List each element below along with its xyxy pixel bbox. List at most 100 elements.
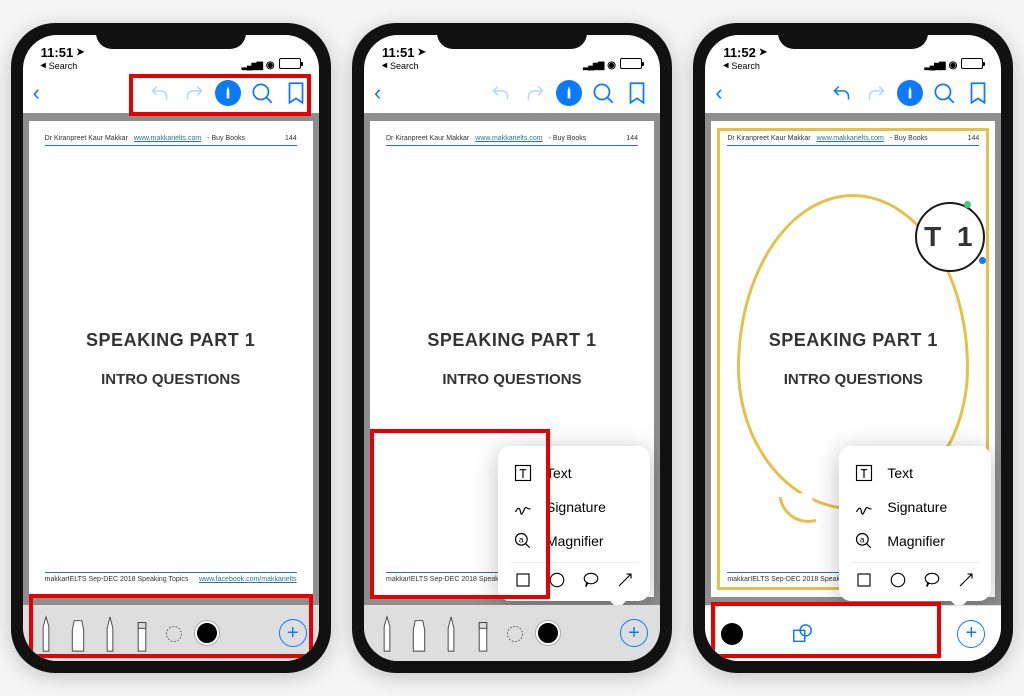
- redo-icon[interactable]: [181, 80, 207, 106]
- add-annotation-button[interactable]: +: [620, 619, 648, 647]
- shape-toolbar: +: [705, 605, 1001, 661]
- shape-color-picker[interactable]: [721, 623, 743, 645]
- markup-icon[interactable]: [897, 80, 923, 106]
- add-annotation-popover: Text Signature a Magnifier: [839, 446, 991, 601]
- color-picker[interactable]: [536, 621, 560, 645]
- back-to-search[interactable]: ◂ Search: [382, 60, 426, 71]
- phone-mockup-3: 11:52 ➤ ◂ Search ‹: [693, 23, 1013, 673]
- magnifier-icon: a: [512, 530, 534, 552]
- wifi-icon: [607, 56, 616, 71]
- popover-item-signature[interactable]: Signature: [510, 490, 638, 524]
- document-viewer[interactable]: Dr Kiranpreet Kaur Makkar www.makkarielt…: [23, 113, 319, 605]
- shape-circle[interactable]: [887, 569, 909, 591]
- pencil-tool[interactable]: [440, 613, 462, 653]
- popover-item-text[interactable]: Text: [851, 456, 979, 490]
- signature-icon: [512, 496, 534, 518]
- search-icon[interactable]: [249, 80, 275, 106]
- add-annotation-button[interactable]: +: [279, 619, 307, 647]
- popover-item-magnifier[interactable]: a Magnifier: [510, 524, 638, 558]
- top-toolbar: ‹: [705, 73, 1001, 113]
- bookmark-icon[interactable]: [283, 80, 309, 106]
- status-time: 11:51: [382, 45, 415, 60]
- shape-circle[interactable]: [546, 569, 568, 591]
- svg-text:a: a: [519, 535, 524, 545]
- notch: [437, 23, 587, 49]
- bookmark-icon[interactable]: [624, 80, 650, 106]
- bookmark-icon[interactable]: [965, 80, 991, 106]
- back-button[interactable]: ‹: [374, 80, 381, 106]
- phone-mockup-1: 11:51 ➤ ◂ Search ‹: [11, 23, 331, 673]
- markup-icon[interactable]: [556, 80, 582, 106]
- color-picker[interactable]: [195, 621, 219, 645]
- cellular-icon: [924, 56, 944, 71]
- highlighter-tool[interactable]: [408, 613, 430, 653]
- page-heading-2: INTRO QUESTIONS: [784, 371, 923, 388]
- shape-arrow[interactable]: [955, 569, 977, 591]
- phone-mockup-2: 11:51 ➤ ◂ Search ‹: [352, 23, 672, 673]
- highlighter-tool[interactable]: [67, 613, 89, 653]
- lasso-tool[interactable]: [504, 613, 526, 653]
- back-to-search[interactable]: ◂ Search: [723, 60, 767, 71]
- search-icon[interactable]: [931, 80, 957, 106]
- shape-speech-bubble[interactable]: [580, 569, 602, 591]
- shape-style-picker[interactable]: [791, 623, 813, 645]
- markup-icon[interactable]: [215, 80, 241, 106]
- pdf-page: Dr Kiranpreet Kaur Makkar www.makkarielt…: [29, 121, 313, 597]
- page-heading-1: SPEAKING PART 1: [427, 330, 596, 351]
- page-footer: makkarIELTS Sep-DEC 2018 Speaking Topics…: [45, 572, 297, 583]
- svg-text:a: a: [860, 535, 865, 545]
- redo-icon[interactable]: [863, 80, 889, 106]
- back-to-search[interactable]: ◂ Search: [41, 60, 85, 71]
- screen: 11:51 ➤ ◂ Search ‹: [364, 35, 660, 661]
- redo-icon[interactable]: [522, 80, 548, 106]
- popover-item-text[interactable]: Text: [510, 456, 638, 490]
- text-icon: [853, 462, 875, 484]
- page-heading-2: INTRO QUESTIONS: [101, 371, 240, 388]
- top-toolbar: ‹: [23, 73, 319, 113]
- top-toolbar: ‹: [364, 73, 660, 113]
- shape-arrow[interactable]: [614, 569, 636, 591]
- undo-icon[interactable]: [488, 80, 514, 106]
- back-button[interactable]: ‹: [715, 80, 722, 106]
- status-time: 11:51: [41, 45, 74, 60]
- markup-toolbar: +: [23, 605, 319, 661]
- notch: [96, 23, 246, 49]
- pen-tool[interactable]: [376, 613, 398, 653]
- popover-item-signature[interactable]: Signature: [851, 490, 979, 524]
- battery-icon: [620, 58, 642, 69]
- pencil-tool[interactable]: [99, 613, 121, 653]
- search-icon[interactable]: [590, 80, 616, 106]
- add-annotation-popover: Text Signature a Magnifier: [498, 446, 650, 601]
- eraser-tool[interactable]: [472, 613, 494, 653]
- document-viewer[interactable]: Dr Kiranpreet Kaur Makkar www.makkarielt…: [364, 113, 660, 605]
- page-header: Dr Kiranpreet Kaur Makkar www.makkarielt…: [386, 135, 638, 146]
- text-icon: [512, 462, 534, 484]
- undo-icon[interactable]: [829, 80, 855, 106]
- undo-icon[interactable]: [147, 80, 173, 106]
- shape-speech-bubble[interactable]: [921, 569, 943, 591]
- location-arrow-icon: ➤: [76, 47, 84, 58]
- document-viewer[interactable]: Dr Kiranpreet Kaur Makkar www.makkarielt…: [705, 113, 1001, 605]
- back-button[interactable]: ‹: [33, 80, 40, 106]
- popover-item-magnifier[interactable]: a Magnifier: [851, 524, 979, 558]
- cellular-icon: [583, 56, 603, 71]
- magnifier-icon: a: [853, 530, 875, 552]
- page-heading-1: SPEAKING PART 1: [86, 330, 255, 351]
- magnifier-annotation[interactable]: T 1: [915, 202, 985, 272]
- wifi-icon: [949, 56, 958, 71]
- page-heading-1: SPEAKING PART 1: [769, 330, 938, 351]
- battery-icon: [961, 58, 983, 69]
- screen: 11:52 ➤ ◂ Search ‹: [705, 35, 1001, 661]
- status-time: 11:52: [723, 45, 756, 60]
- screen: 11:51 ➤ ◂ Search ‹: [23, 35, 319, 661]
- page-heading-2: INTRO QUESTIONS: [442, 371, 581, 388]
- lasso-tool[interactable]: [163, 613, 185, 653]
- shape-rectangle[interactable]: [512, 569, 534, 591]
- signature-icon: [853, 496, 875, 518]
- page-header: Dr Kiranpreet Kaur Makkar www.makkarielt…: [45, 135, 297, 146]
- eraser-tool[interactable]: [131, 613, 153, 653]
- shape-rectangle[interactable]: [853, 569, 875, 591]
- markup-toolbar: +: [364, 605, 660, 661]
- pen-tool[interactable]: [35, 613, 57, 653]
- add-annotation-button[interactable]: +: [957, 620, 985, 648]
